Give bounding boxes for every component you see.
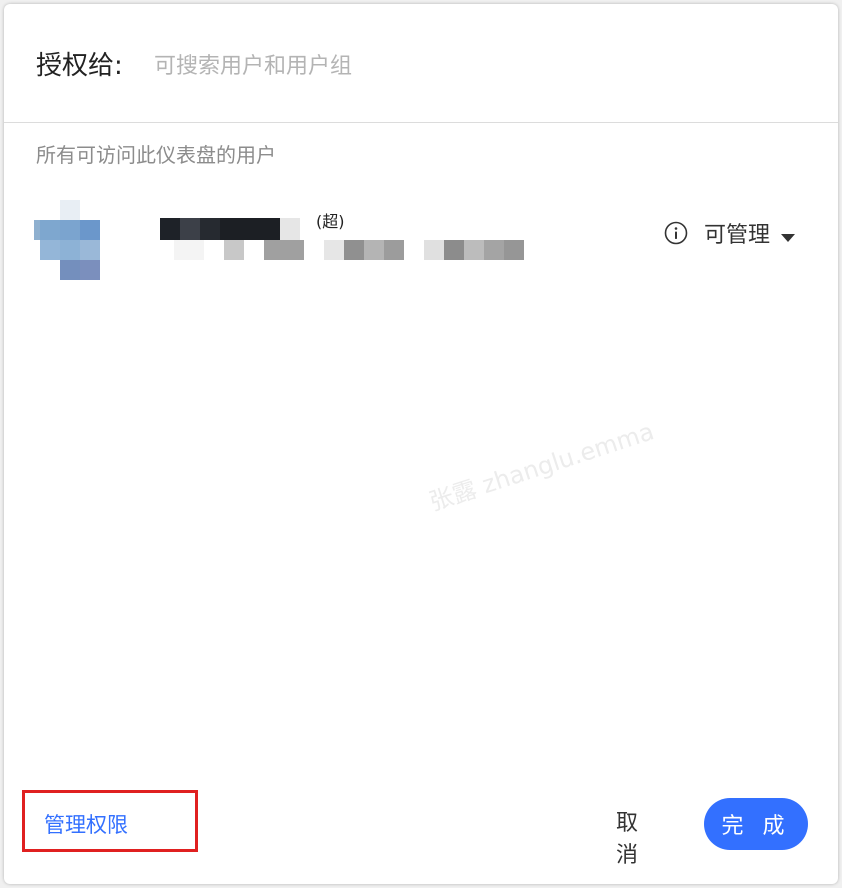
user-name-redacted — [160, 218, 300, 240]
share-dialog: 授权给: 所有可访问此仪表盘的用户 (超) — [4, 4, 838, 884]
user-detail-redacted — [174, 240, 524, 260]
permission-label[interactable]: 可管理 — [704, 217, 770, 249]
grant-label: 授权给: — [36, 51, 123, 81]
permission-dropdown[interactable]: 可管理 — [664, 218, 796, 248]
avatar — [34, 200, 100, 280]
user-row: (超) 可管理 — [4, 194, 838, 294]
done-button[interactable]: 完 成 — [704, 798, 808, 850]
watermark: 张露 zhanglu.emma — [425, 417, 658, 517]
grant-row: 授权给: — [4, 4, 838, 123]
manage-permissions-link[interactable]: 管理权限 — [44, 810, 128, 840]
section-title: 所有可访问此仪表盘的用户 — [36, 143, 276, 167]
user-name-suffix: (超) — [316, 212, 345, 231]
info-circle-icon[interactable] — [664, 221, 688, 245]
user-search-input[interactable] — [154, 48, 794, 84]
caret-down-icon[interactable] — [780, 228, 796, 242]
cancel-button[interactable]: 取 消 — [590, 804, 670, 868]
